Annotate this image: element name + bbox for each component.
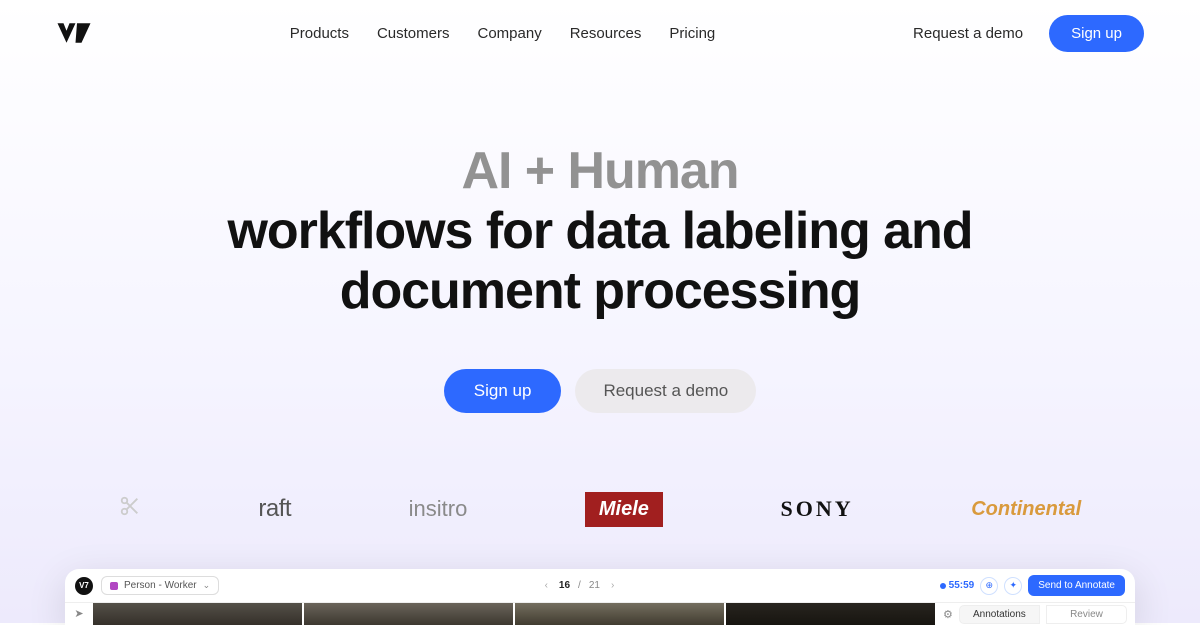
preview-toolbar: V7 Person - Worker ⌄ ‹ 16 / 21 › 55:59 ⊕… bbox=[65, 569, 1135, 603]
right-inspector: ⚙ Annotations Review bbox=[935, 603, 1135, 625]
frame-thumbnail[interactable] bbox=[726, 603, 935, 625]
request-demo-link[interactable]: Request a demo bbox=[913, 25, 1023, 42]
zoom-button[interactable]: ⊕ bbox=[980, 577, 998, 595]
preview-body: ➤ ⚙ Annotations Review bbox=[65, 603, 1135, 625]
page-separator: / bbox=[578, 580, 581, 591]
client-logo-sony: SONY bbox=[781, 496, 854, 522]
tab-review[interactable]: Review bbox=[1046, 605, 1127, 624]
class-selector[interactable]: Person - Worker ⌄ bbox=[101, 576, 219, 595]
client-logo-raft: raft bbox=[258, 495, 291, 523]
request-demo-button-hero[interactable]: Request a demo bbox=[575, 369, 756, 413]
gear-icon[interactable]: ⚙ bbox=[943, 608, 953, 621]
hero-title-line-1: workflows for data labeling and bbox=[0, 202, 1200, 262]
frame-thumbnail[interactable] bbox=[93, 603, 302, 625]
tool-sidebar: ➤ bbox=[65, 603, 93, 625]
client-logo-insitro: insitro bbox=[409, 496, 468, 522]
header-actions: Request a demo Sign up bbox=[913, 15, 1144, 52]
signup-button-hero[interactable]: Sign up bbox=[444, 369, 562, 413]
toolbar-left: V7 Person - Worker ⌄ bbox=[75, 576, 219, 595]
nav-company[interactable]: Company bbox=[478, 25, 542, 42]
frame-thumbnail[interactable] bbox=[304, 603, 513, 625]
client-logo-placeholder bbox=[119, 495, 141, 523]
client-logo-miele: Miele bbox=[585, 492, 663, 527]
send-to-annotate-button[interactable]: Send to Annotate bbox=[1028, 575, 1125, 596]
class-selector-label: Person - Worker bbox=[124, 580, 197, 591]
frame-thumbnail[interactable] bbox=[515, 603, 724, 625]
product-preview-panel: V7 Person - Worker ⌄ ‹ 16 / 21 › 55:59 ⊕… bbox=[65, 569, 1135, 625]
page-current: 16 bbox=[559, 580, 570, 591]
nav-resources[interactable]: Resources bbox=[570, 25, 642, 42]
hero-ctas: Sign up Request a demo bbox=[0, 369, 1200, 413]
session-timer: 55:59 bbox=[940, 580, 975, 591]
hero-title: AI + Human workflows for data labeling a… bbox=[0, 142, 1200, 321]
cursor-tool-icon[interactable]: ➤ bbox=[74, 607, 83, 620]
primary-nav: Products Customers Company Resources Pri… bbox=[290, 25, 716, 42]
frame-strip[interactable] bbox=[93, 603, 935, 625]
nav-customers[interactable]: Customers bbox=[377, 25, 450, 42]
client-logos: raft insitro Miele SONY Continental bbox=[0, 489, 1200, 529]
nav-pricing[interactable]: Pricing bbox=[669, 25, 715, 42]
timer-dot-icon bbox=[940, 583, 946, 589]
prev-page-button[interactable]: ‹ bbox=[542, 580, 551, 591]
class-color-swatch bbox=[110, 582, 118, 590]
client-logo-continental: Continental bbox=[971, 498, 1081, 521]
next-page-button[interactable]: › bbox=[608, 580, 617, 591]
timer-value: 55:59 bbox=[949, 580, 975, 591]
hero-section: AI + Human workflows for data labeling a… bbox=[0, 66, 1200, 413]
signup-button-header[interactable]: Sign up bbox=[1049, 15, 1144, 52]
nav-products[interactable]: Products bbox=[290, 25, 349, 42]
chevron-down-icon: ⌄ bbox=[203, 580, 211, 591]
v7-badge-icon: V7 bbox=[75, 577, 93, 595]
automation-button[interactable]: ✦ bbox=[1004, 577, 1022, 595]
v7-logo[interactable] bbox=[56, 21, 92, 45]
site-header: Products Customers Company Resources Pri… bbox=[0, 0, 1200, 66]
tab-annotations[interactable]: Annotations bbox=[959, 605, 1040, 624]
hero-title-line-2: document processing bbox=[0, 262, 1200, 322]
pagination: ‹ 16 / 21 › bbox=[542, 580, 618, 591]
hero-title-accent: AI + Human bbox=[0, 142, 1200, 202]
toolbar-right: 55:59 ⊕ ✦ Send to Annotate bbox=[940, 575, 1125, 596]
page-total: 21 bbox=[589, 580, 600, 591]
